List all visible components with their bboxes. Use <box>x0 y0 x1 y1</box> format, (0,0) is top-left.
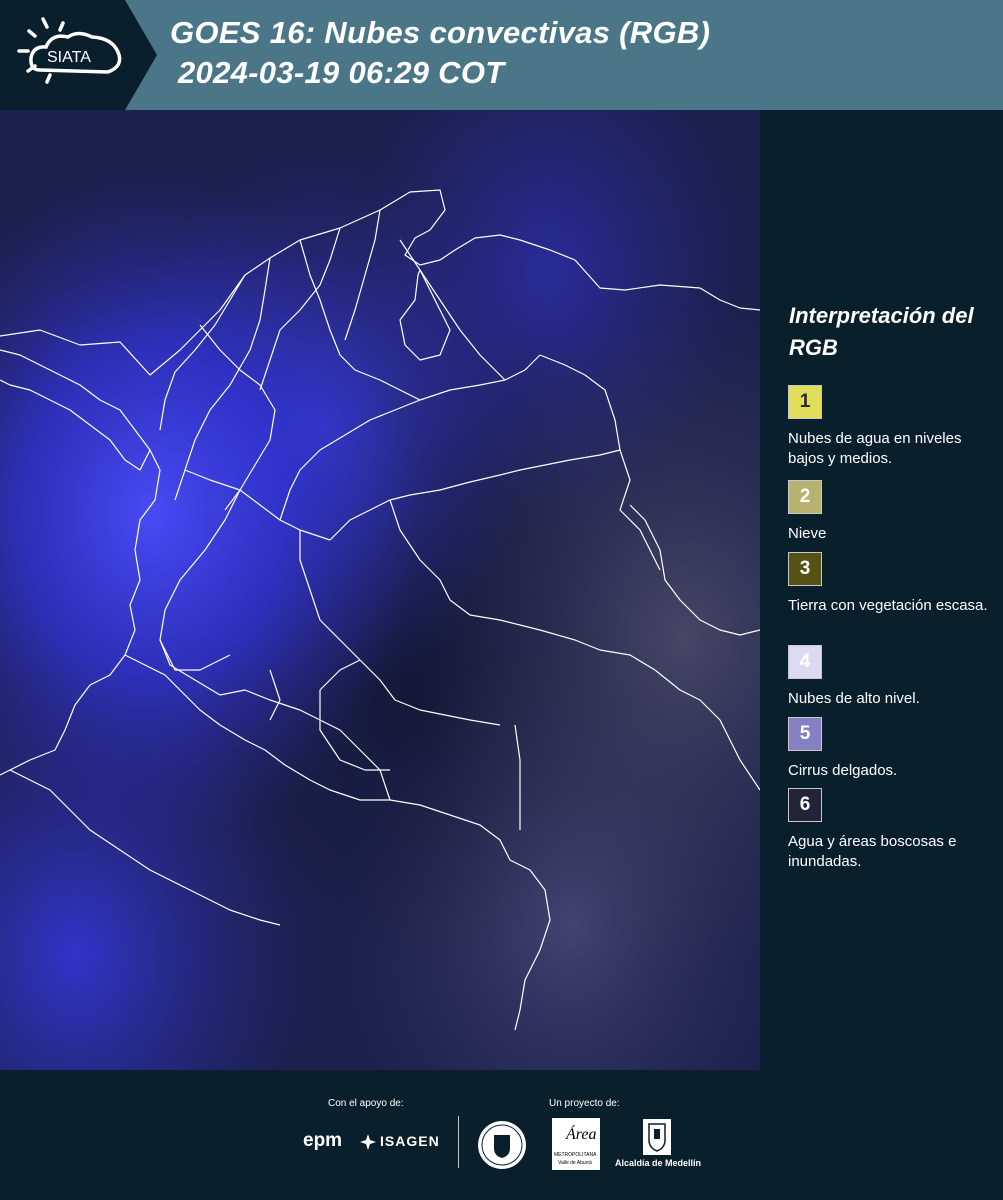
legend-swatch-3: 3 <box>788 552 822 586</box>
epm-logo: epm <box>303 1130 343 1151</box>
area-logo-sub2: Valle de Aburrá <box>558 1160 592 1166</box>
siata-logo-text: SIATA <box>47 49 91 66</box>
legend-panel: Interpretación del RGB 1 Nubes de agua e… <box>760 110 1003 1070</box>
legend-item-1: 1 Nubes de agua en niveles bajos y medio… <box>788 385 998 469</box>
legend-label-6: Agua y áreas boscosas e inundadas. <box>788 833 957 870</box>
isagen-logo-icon <box>360 1134 376 1150</box>
alcaldia-logo: Alcaldía de Medellín <box>612 1118 704 1170</box>
siata-logo: SIATA <box>0 0 157 110</box>
legend-swatch-4: 4 <box>788 645 822 679</box>
medellin-seal-icon <box>478 1121 526 1169</box>
legend-swatch-2: 2 <box>788 480 822 514</box>
legend-item-4: 4 Nubes de alto nivel. <box>788 645 998 709</box>
support-label: Con el apoyo de: <box>328 1098 404 1109</box>
legend-swatch-1: 1 <box>788 385 822 419</box>
area-logo-sub1: METROPOLITANA <box>554 1152 597 1158</box>
legend-label-4: Nubes de alto nivel. <box>788 690 920 707</box>
legend-label-2: Nieve <box>788 525 827 542</box>
legend-item-3: 3 Tierra con vegetación escasa. <box>788 552 998 616</box>
header-bar: SIATA GOES 16: Nubes convectivas (RGB) 2… <box>0 0 1003 110</box>
alcaldia-shield-icon <box>643 1119 671 1155</box>
legend-item-5: 5 Cirrus delgados. <box>788 717 998 781</box>
legend-swatch-6: 6 <box>788 788 822 822</box>
project-label: Un proyecto de: <box>549 1098 620 1109</box>
area-metropolitana-logo: Área METROPOLITANA Valle de Aburrá <box>552 1118 600 1170</box>
alcaldia-text: Alcaldía de Medellín <box>614 1158 702 1168</box>
legend-label-5: Cirrus delgados. <box>788 762 898 779</box>
area-logo-word: Área <box>566 1126 597 1143</box>
legend-label-1: Nubes de agua en niveles bajos y medios. <box>788 430 962 467</box>
legend-title: Interpretación del RGB <box>789 303 974 360</box>
legend-item-6: 6 Agua y áreas boscosas e inundadas. <box>788 788 998 872</box>
legend-item-2: 2 Nieve <box>788 480 998 544</box>
isagen-logo: ISAGEN <box>380 1133 440 1149</box>
legend-swatch-5: 5 <box>788 717 822 751</box>
timestamp: 2024-03-19 06:29 COT <box>178 55 505 90</box>
footer-divider <box>458 1116 459 1168</box>
legend-label-3: Tierra con vegetación escasa. <box>788 597 988 614</box>
page-title: GOES 16: Nubes convectivas (RGB) <box>170 15 711 50</box>
satellite-map <box>0 110 760 1070</box>
footer: Con el apoyo de: Un proyecto de: epm ISA… <box>0 1070 1003 1200</box>
